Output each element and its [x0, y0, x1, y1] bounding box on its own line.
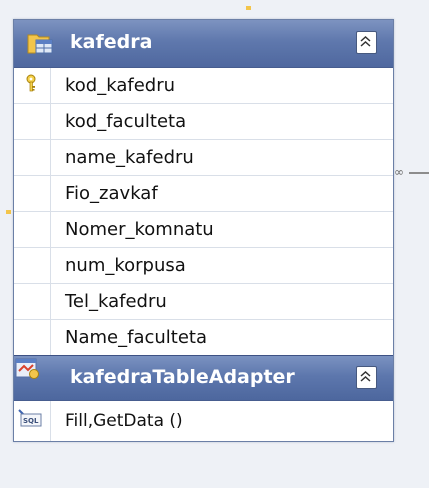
table-icon	[27, 31, 53, 55]
column-list: kod_kafedru kod_faculteta name_kafedru F…	[14, 68, 393, 355]
collapse-table-button[interactable]	[356, 31, 377, 54]
column-name: kod_kafedru	[65, 75, 176, 96]
column-row[interactable]: name_kafedru	[14, 139, 393, 175]
row-gutter	[14, 68, 51, 103]
column-row[interactable]: num_korpusa	[14, 247, 393, 283]
column-name: Name_faculteta	[65, 327, 207, 348]
table-header[interactable]: kafedra	[14, 20, 393, 68]
row-gutter	[14, 284, 51, 319]
relation-anchor-top	[246, 6, 251, 10]
column-name: name_kafedru	[65, 147, 194, 168]
column-row[interactable]: kod_faculteta	[14, 103, 393, 139]
column-name: Fio_zavkaf	[65, 183, 158, 204]
relation-line[interactable]	[409, 172, 429, 174]
row-gutter	[14, 140, 51, 175]
column-row[interactable]: Fio_zavkaf	[14, 175, 393, 211]
column-name: kod_faculteta	[65, 111, 187, 132]
column-name: num_korpusa	[65, 255, 186, 276]
column-row[interactable]: Name_faculteta	[14, 319, 393, 355]
row-gutter: SQL	[14, 401, 51, 441]
table-kafedra[interactable]: kafedra kod_kafedru kod_faculteta name_k…	[13, 19, 394, 442]
row-gutter	[14, 212, 51, 247]
row-gutter	[14, 320, 51, 355]
adapter-title: kafedraTableAdapter	[70, 366, 295, 388]
relation-anchor-left	[6, 210, 11, 214]
row-gutter	[14, 176, 51, 211]
column-name: Nomer_komnatu	[65, 219, 214, 240]
adapter-header[interactable]: kafedraTableAdapter	[14, 355, 393, 401]
column-row[interactable]: Nomer_komnatu	[14, 211, 393, 247]
method-row[interactable]: SQL Fill,GetData ()	[14, 401, 393, 441]
collapse-adapter-button[interactable]	[356, 366, 377, 389]
primary-key-icon	[25, 74, 37, 96]
svg-text:SQL: SQL	[23, 417, 39, 425]
sql-query-icon: SQL	[18, 409, 44, 433]
table-adapter-icon	[14, 358, 40, 384]
relation-infinity-symbol: ∞	[394, 165, 404, 179]
column-name: Tel_kafedru	[65, 291, 167, 312]
column-row[interactable]: kod_kafedru	[14, 68, 393, 103]
column-row[interactable]: Tel_kafedru	[14, 283, 393, 319]
table-title: kafedra	[70, 31, 153, 53]
row-gutter	[14, 104, 51, 139]
row-gutter	[14, 248, 51, 283]
method-name: Fill,GetData ()	[65, 411, 183, 431]
